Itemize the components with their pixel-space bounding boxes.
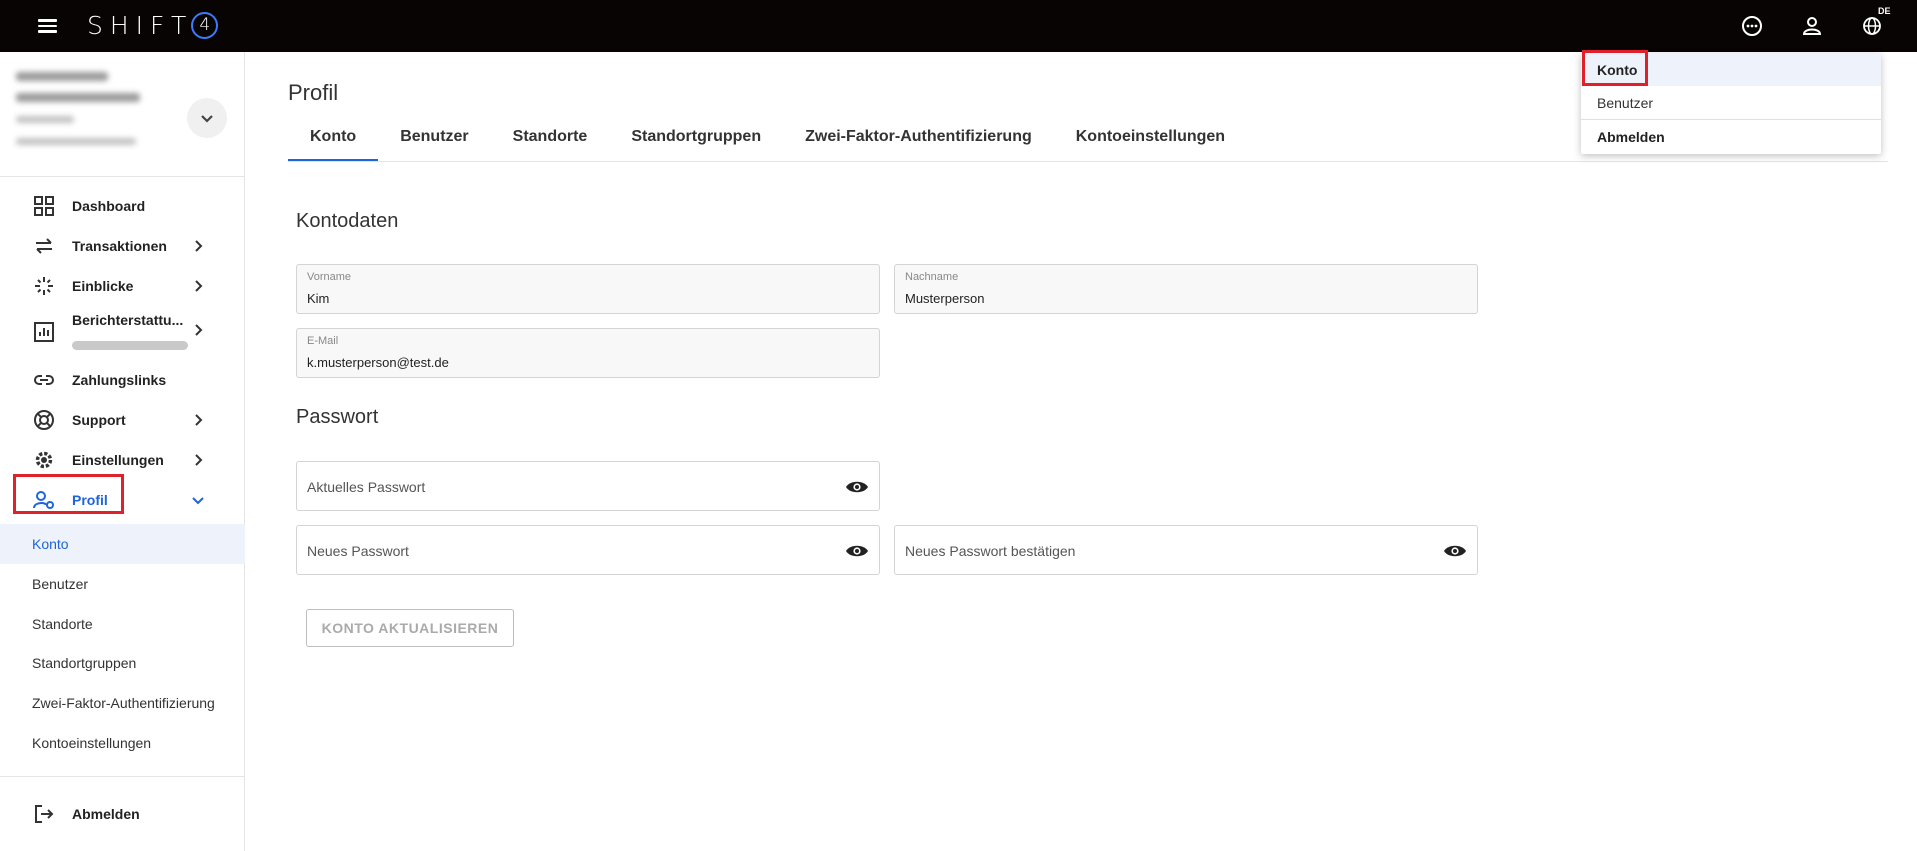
sidebar-item-label: Profil xyxy=(72,492,108,508)
user-menu-label: Abmelden xyxy=(1597,128,1665,145)
account-expand-button[interactable] xyxy=(187,98,227,138)
email-field[interactable]: E-Mail k.musterperson@test.de xyxy=(296,328,880,378)
redacted-sublabel xyxy=(72,341,188,350)
chevron-right-icon xyxy=(195,414,203,426)
page-title: Profil xyxy=(288,80,339,105)
chevron-right-icon xyxy=(195,240,203,252)
chevron-down-icon xyxy=(201,115,213,123)
gear-icon xyxy=(35,451,53,469)
bar-chart-icon xyxy=(34,322,54,342)
globe-icon[interactable] xyxy=(1858,12,1886,40)
last-name-label: Nachname xyxy=(905,271,959,283)
sidebar-subitem-standortgruppen[interactable]: Standortgruppen xyxy=(0,643,245,683)
sidebar-item-zahlungslinks[interactable]: Zahlungslinks xyxy=(0,360,245,400)
sidebar-item-label: Einblicke xyxy=(72,278,134,294)
email-label: E-Mail xyxy=(307,335,339,347)
current-password-placeholder: Aktuelles Passwort xyxy=(307,479,426,495)
link-icon xyxy=(34,375,54,385)
sidebar-item-label: Berichterstattu... xyxy=(72,312,184,328)
chevron-right-icon xyxy=(195,454,203,466)
sidebar-item-einblicke[interactable]: Einblicke xyxy=(0,266,245,306)
first-name-value: Kim xyxy=(307,291,330,306)
confirm-password-input[interactable]: Neues Passwort bestätigen xyxy=(894,525,1478,575)
sidebar-item-label: Dashboard xyxy=(72,198,146,214)
sidebar-item-profil[interactable]: Profil xyxy=(0,480,245,520)
profile-tabs: Konto Benutzer Standorte Standortgruppen… xyxy=(288,118,1247,162)
chevron-right-icon xyxy=(195,280,203,292)
sidebar-subitem-konto[interactable]: Konto xyxy=(0,524,245,564)
first-name-label: Vorname xyxy=(307,271,352,283)
update-account-button[interactable]: KONTO AKTUALISIEREN xyxy=(306,609,514,647)
current-password-input[interactable]: Aktuelles Passwort xyxy=(296,461,880,511)
user-settings-icon xyxy=(33,491,54,509)
tab-zwei-faktor[interactable]: Zwei-Faktor-Authentifizierung xyxy=(783,118,1054,162)
insights-sparkle-icon xyxy=(35,277,53,295)
subitem-label: Benutzer xyxy=(32,576,89,592)
sidebar-logout[interactable]: Abmelden xyxy=(0,794,245,834)
subitem-label: Konto xyxy=(32,536,69,552)
logout-label: Abmelden xyxy=(72,806,140,822)
subitem-label: Zwei-Faktor-Authentifizierung xyxy=(32,695,215,711)
user-menu-label: Benutzer xyxy=(1597,94,1654,111)
tab-benutzer[interactable]: Benutzer xyxy=(378,118,490,162)
eye-icon[interactable] xyxy=(845,475,869,499)
sidebar-item-label: Transaktionen xyxy=(72,238,167,254)
tab-konto[interactable]: Konto xyxy=(288,118,379,162)
account-switcher xyxy=(0,58,245,166)
user-menu-item-konto[interactable]: Konto xyxy=(1581,53,1881,86)
swap-arrows-icon xyxy=(36,238,52,254)
top-bar: SHIFT 4 DE xyxy=(0,0,1917,52)
eye-icon[interactable] xyxy=(1443,539,1467,563)
section-title-passwort: Passwort xyxy=(296,406,379,428)
tab-standorte[interactable]: Standorte xyxy=(491,118,610,162)
lifebuoy-icon xyxy=(34,410,54,430)
sidebar-subitem-zwei-faktor[interactable]: Zwei-Faktor-Authentifizierung xyxy=(0,683,245,723)
logo-number: 4 xyxy=(191,12,219,39)
user-icon[interactable] xyxy=(1798,12,1826,40)
sidebar-item-dashboard[interactable]: Dashboard xyxy=(0,186,245,226)
user-menu-label: Konto xyxy=(1597,61,1638,78)
chevron-down-icon xyxy=(192,497,204,505)
new-password-placeholder: Neues Passwort xyxy=(307,543,409,559)
logo-text: SHIFT xyxy=(87,11,194,40)
subitem-label: Kontoeinstellungen xyxy=(32,735,152,751)
section-title-kontodaten: Kontodaten xyxy=(296,210,399,232)
logout-icon xyxy=(35,805,54,823)
new-password-input[interactable]: Neues Passwort xyxy=(296,525,880,575)
chat-icon[interactable] xyxy=(1738,12,1766,40)
eye-icon[interactable] xyxy=(845,539,869,563)
tab-standortgruppen[interactable]: Standortgruppen xyxy=(609,118,783,162)
sidebar-item-label: Einstellungen xyxy=(72,452,164,468)
first-name-field[interactable]: Vorname Kim xyxy=(296,264,880,314)
sidebar-subitem-standorte[interactable]: Standorte xyxy=(0,604,245,644)
last-name-value: Musterperson xyxy=(905,291,985,306)
sidebar: Dashboard Transaktionen Einblicke Berich… xyxy=(0,52,245,851)
confirm-password-placeholder: Neues Passwort bestätigen xyxy=(905,543,1076,559)
hamburger-menu-icon[interactable] xyxy=(36,14,60,38)
dashboard-grid-icon xyxy=(34,196,54,216)
sidebar-item-label: Zahlungslinks xyxy=(72,372,167,388)
email-value: k.musterperson@test.de xyxy=(307,355,449,370)
user-menu-item-benutzer[interactable]: Benutzer xyxy=(1581,86,1881,119)
sidebar-subitem-kontoeinstellungen[interactable]: Kontoeinstellungen xyxy=(0,723,245,763)
user-menu-dropdown: Konto Benutzer Abmelden xyxy=(1581,53,1881,154)
subitem-label: Standortgruppen xyxy=(32,655,137,671)
tab-kontoeinstellungen[interactable]: Kontoeinstellungen xyxy=(1054,118,1247,162)
sidebar-item-transaktionen[interactable]: Transaktionen xyxy=(0,226,245,266)
sidebar-subitem-benutzer[interactable]: Benutzer xyxy=(0,564,245,604)
shift4-logo[interactable]: SHIFT 4 xyxy=(87,11,219,40)
user-menu-item-abmelden[interactable]: Abmelden xyxy=(1581,120,1881,153)
sidebar-item-label: Support xyxy=(72,412,126,428)
sidebar-item-einstellungen[interactable]: Einstellungen xyxy=(0,440,245,480)
subitem-label: Standorte xyxy=(32,616,93,632)
language-badge: DE xyxy=(1878,6,1891,16)
chevron-right-icon xyxy=(195,324,203,336)
last-name-field[interactable]: Nachname Musterperson xyxy=(894,264,1478,314)
sidebar-item-support[interactable]: Support xyxy=(0,400,245,440)
